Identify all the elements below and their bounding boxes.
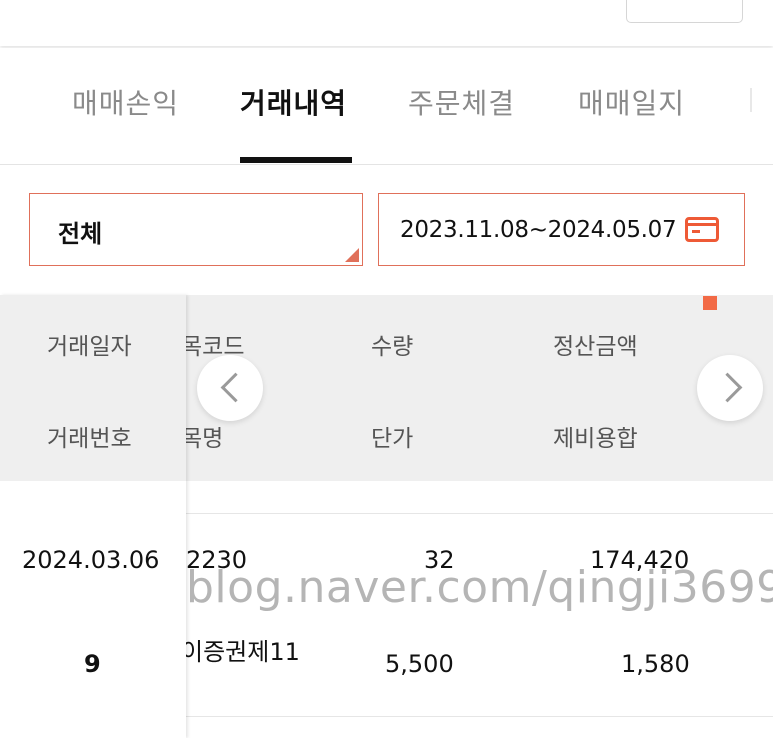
- frozen-body: 2024.03.06 9: [0, 481, 186, 738]
- top-bar: [0, 0, 773, 46]
- cell-fees: 1,580: [621, 650, 690, 678]
- header-name: 목명: [181, 426, 224, 452]
- row-divider: [186, 513, 773, 514]
- tab-order-execution[interactable]: 주문체결: [408, 82, 515, 122]
- tab-overflow-edge: [750, 88, 752, 112]
- calendar-icon[interactable]: [685, 217, 719, 242]
- frozen-column: 거래일자 거래번호 2024.03.06 9: [0, 295, 186, 738]
- tab-trading-journal[interactable]: 매매일지: [578, 82, 685, 122]
- tab-transaction-history[interactable]: 거래내역: [240, 82, 347, 122]
- tab-bar: 매매손익 거래내역 주문체결 매매일지: [0, 48, 773, 165]
- frozen-header: 거래일자 거래번호: [0, 295, 186, 481]
- header-trade-no: 거래번호: [47, 426, 132, 452]
- type-filter-value: 전체: [58, 220, 103, 248]
- cell-price: 5,500: [385, 650, 454, 678]
- active-tab-indicator: [240, 157, 352, 163]
- cell-date: 2024.03.06: [22, 546, 160, 574]
- header-qty: 수량: [371, 334, 414, 360]
- watermark-text: blog.naver.com/qingji3699: [186, 562, 773, 613]
- tab-trading-pnl[interactable]: 매매손익: [72, 82, 179, 122]
- chevron-right-icon: [712, 372, 743, 403]
- header-fees: 제비용합: [553, 426, 638, 452]
- scroll-right-button[interactable]: [697, 355, 763, 421]
- cell-trade-no: 9: [84, 650, 101, 678]
- header-settle-amount: 정산금액: [553, 334, 638, 360]
- scroll-left-button[interactable]: [197, 355, 263, 421]
- scroll-indicator-mark: [703, 296, 717, 310]
- header-price: 단가: [371, 426, 414, 452]
- chevron-left-icon: [220, 372, 251, 403]
- date-range-field[interactable]: 2023.11.08~2024.05.07: [378, 193, 745, 266]
- select-corner-icon: [345, 248, 359, 262]
- header-date: 거래일자: [47, 334, 132, 360]
- type-filter-select[interactable]: 전체: [29, 193, 363, 266]
- date-range-value: 2023.11.08~2024.05.07: [400, 217, 677, 243]
- top-action-button[interactable]: [626, 0, 743, 23]
- cell-name: 이증권제11: [181, 638, 300, 666]
